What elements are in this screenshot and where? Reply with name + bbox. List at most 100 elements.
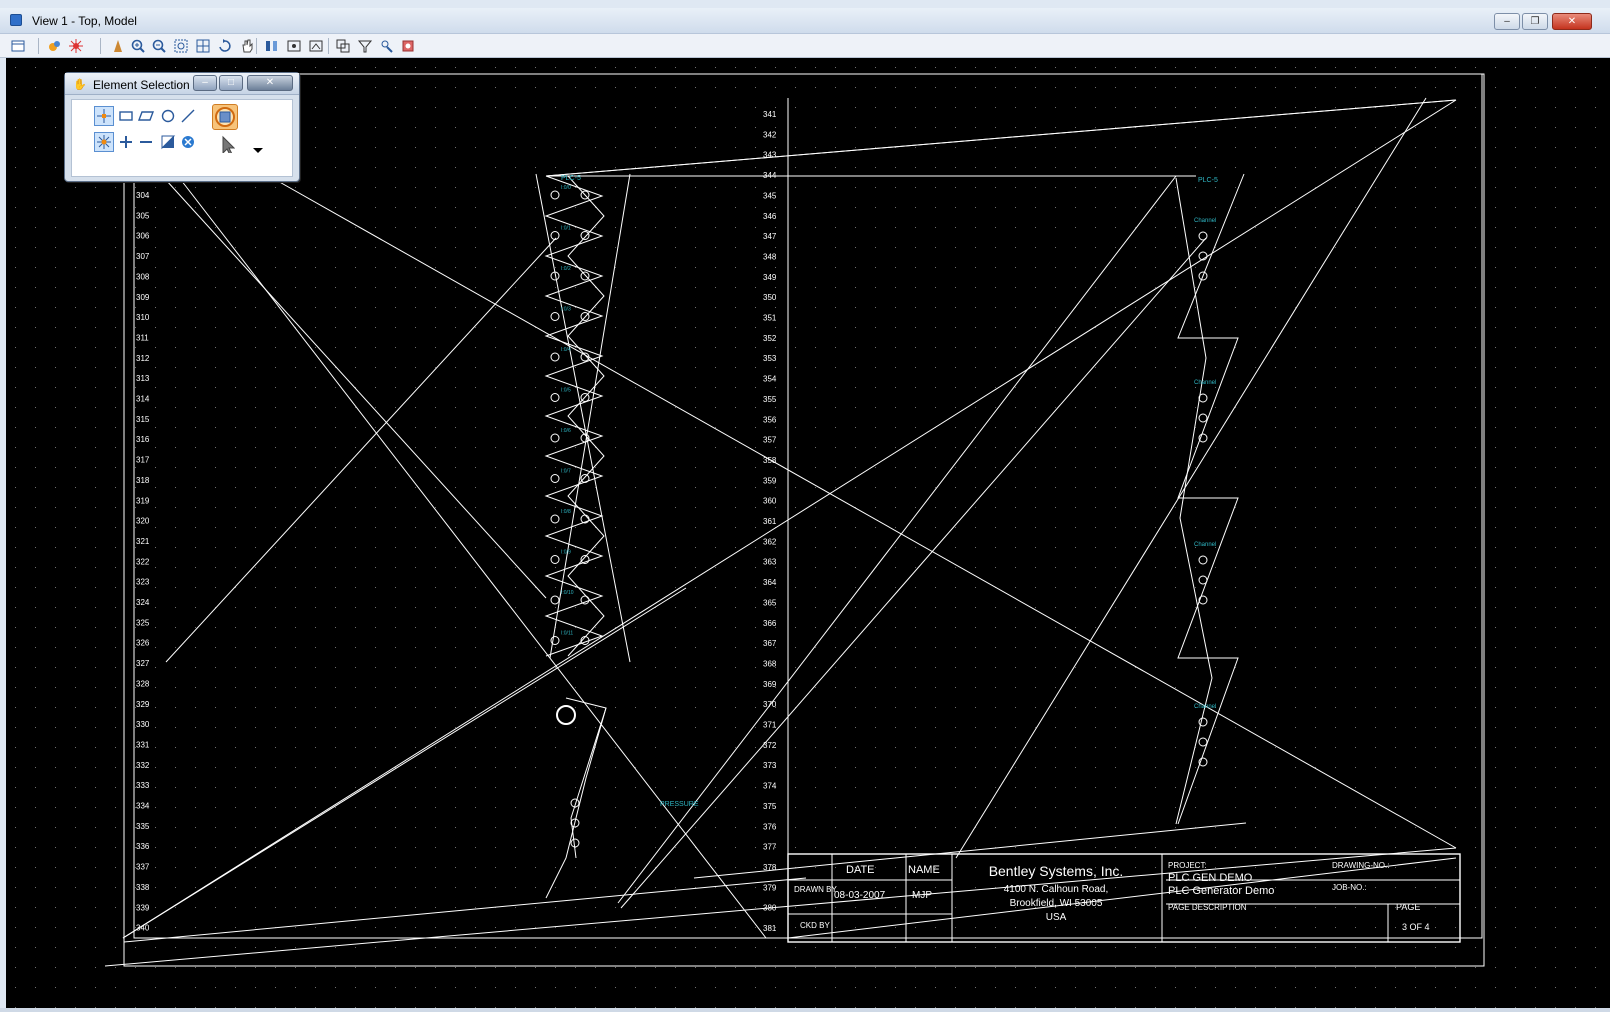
rung-number-left: 306 [136,232,150,241]
zoom-out-icon[interactable] [151,38,167,54]
rung-number-left: 331 [136,740,150,749]
cad-drawing[interactable]: 304 305 306 307 308 309 310 311 312 313 314 315 316 3… [6,58,1610,1008]
individual-selection-icon[interactable] [94,106,114,126]
rung-number-left: 310 [136,313,150,322]
drawing-number-label: DRAWING-NO.: [1332,861,1389,870]
palette-title-bar[interactable]: ✋ Element Selection – □ ✕ [65,73,299,95]
clip-mask-icon[interactable] [357,38,373,54]
rung-number-right: 376 [763,822,777,831]
view-groups-icon[interactable] [10,38,26,54]
rung-number-right: 359 [763,476,777,485]
company-address-1: 4100 N. Calhoun Road, [1004,884,1109,895]
shape-selection-icon[interactable] [136,106,156,126]
page-number: 3 OF 4 [1402,922,1430,932]
rung-number-left: 329 [136,700,150,709]
rung-number-left: 334 [136,802,150,811]
close-button[interactable]: ✕ [1552,13,1592,30]
block-selection-icon[interactable] [116,106,136,126]
palette-grip-icon[interactable]: ✋ [73,78,87,91]
view-next-icon[interactable] [286,38,302,54]
contact-tag: I:0/11 [561,631,573,637]
rung-number-left: 326 [136,639,150,648]
rung-number-left: 323 [136,578,150,587]
minimize-button[interactable]: – [1494,13,1520,30]
new-selection-icon[interactable] [94,132,114,152]
page-description-label: PAGE DESCRIPTION [1168,903,1247,912]
view-title-bar[interactable]: View 1 - Top, Model – ❐ ✕ [0,8,1610,34]
rung-number-left: 307 [136,252,150,261]
rung-number-left: 304 [136,191,150,200]
rung-number-left: 339 [136,903,150,912]
plc-right-label: PLC-5 [1198,177,1218,184]
invert-selection-icon[interactable] [158,132,178,152]
rung-number-left: 314 [136,395,150,404]
rung-number-right: 352 [763,334,777,343]
palette-restore-button[interactable]: □ [219,75,243,91]
clip-volume-icon[interactable] [335,38,351,54]
rung-number-right: 346 [763,212,777,221]
view-previous-icon[interactable] [264,38,280,54]
circle-selection-icon[interactable] [158,106,178,126]
rung-number-left: 316 [136,435,150,444]
rung-number-left: 324 [136,598,150,607]
window-area-icon[interactable] [173,38,189,54]
restore-button[interactable]: ❐ [1522,13,1548,30]
rung-number-right: 353 [763,354,777,363]
rung-number-left: 320 [136,517,150,526]
title-block-ckd-by: CKD BY [800,921,830,930]
pan-view-icon[interactable] [239,38,255,54]
view-control-toolbar [0,34,1610,58]
rung-number-right: 347 [763,232,777,241]
view-window-icon [10,14,22,26]
view-attributes-icon[interactable] [46,38,62,54]
rung-number-left: 315 [136,415,150,424]
contact-tag: I:0/3 [561,307,571,313]
toolbar-separator [256,38,257,54]
more-options-icon[interactable] [248,140,268,160]
fit-view-icon[interactable] [195,38,211,54]
title-block-date-header: DATE [846,864,875,876]
subtract-selection-icon[interactable] [136,132,156,152]
channel-label: Channel [1194,218,1216,224]
line-selection-icon[interactable] [178,106,198,126]
element-selection-palette[interactable]: ✋ Element Selection – □ ✕ [64,72,300,182]
rung-number-right: 354 [763,375,777,384]
selection-filter-icon[interactable] [216,134,236,156]
contact-tag: I:0/6 [561,428,571,434]
rotate-view-icon[interactable] [217,38,233,54]
rung-number-right: 345 [763,191,777,200]
clear-selection-icon[interactable] [178,132,198,152]
camera-icon[interactable] [379,38,395,54]
company-address-2: Brookfield, WI 53005 [1010,898,1103,909]
palette-close-button[interactable]: ✕ [247,75,293,91]
contact-tag: I:0/2 [561,266,571,272]
display-style-icon[interactable] [68,38,84,54]
rung-number-left: 325 [136,618,150,627]
rung-number-right: 377 [763,843,777,852]
rung-number-right: 343 [763,151,777,160]
rung-number-left: 305 [136,211,150,220]
select-all-icon[interactable] [212,104,238,130]
rung-number-left: 327 [136,659,150,668]
zoom-in-icon[interactable] [130,38,146,54]
rung-number-right: 371 [763,721,777,730]
copy-view-icon[interactable] [308,38,324,54]
rung-number-right: 364 [763,578,777,587]
view-title: View 1 - Top, Model [32,14,137,28]
drawing-viewport[interactable]: 304 305 306 307 308 309 310 311 312 313 314 315 316 3… [6,58,1610,1008]
add-selection-icon[interactable] [116,132,136,152]
display-set-icon[interactable] [400,38,416,54]
pressure-label: PRESSURE [660,801,699,808]
toolbar-separator [328,38,329,54]
rung-number-left: 328 [136,679,150,688]
rung-number-left: 321 [136,537,150,546]
contact-tag: I:0/5 [561,388,571,394]
rung-number-left: 336 [136,842,150,851]
rung-number-right: 342 [763,130,777,139]
title-block-drawn-by: DRAWN BY [794,885,837,894]
rung-number-right: 363 [763,558,777,567]
contact-tag: I:0/7 [561,469,571,475]
palette-minimize-button[interactable]: – [193,75,217,91]
update-view-icon[interactable] [110,38,126,54]
title-block-name-header: NAME [908,864,940,876]
